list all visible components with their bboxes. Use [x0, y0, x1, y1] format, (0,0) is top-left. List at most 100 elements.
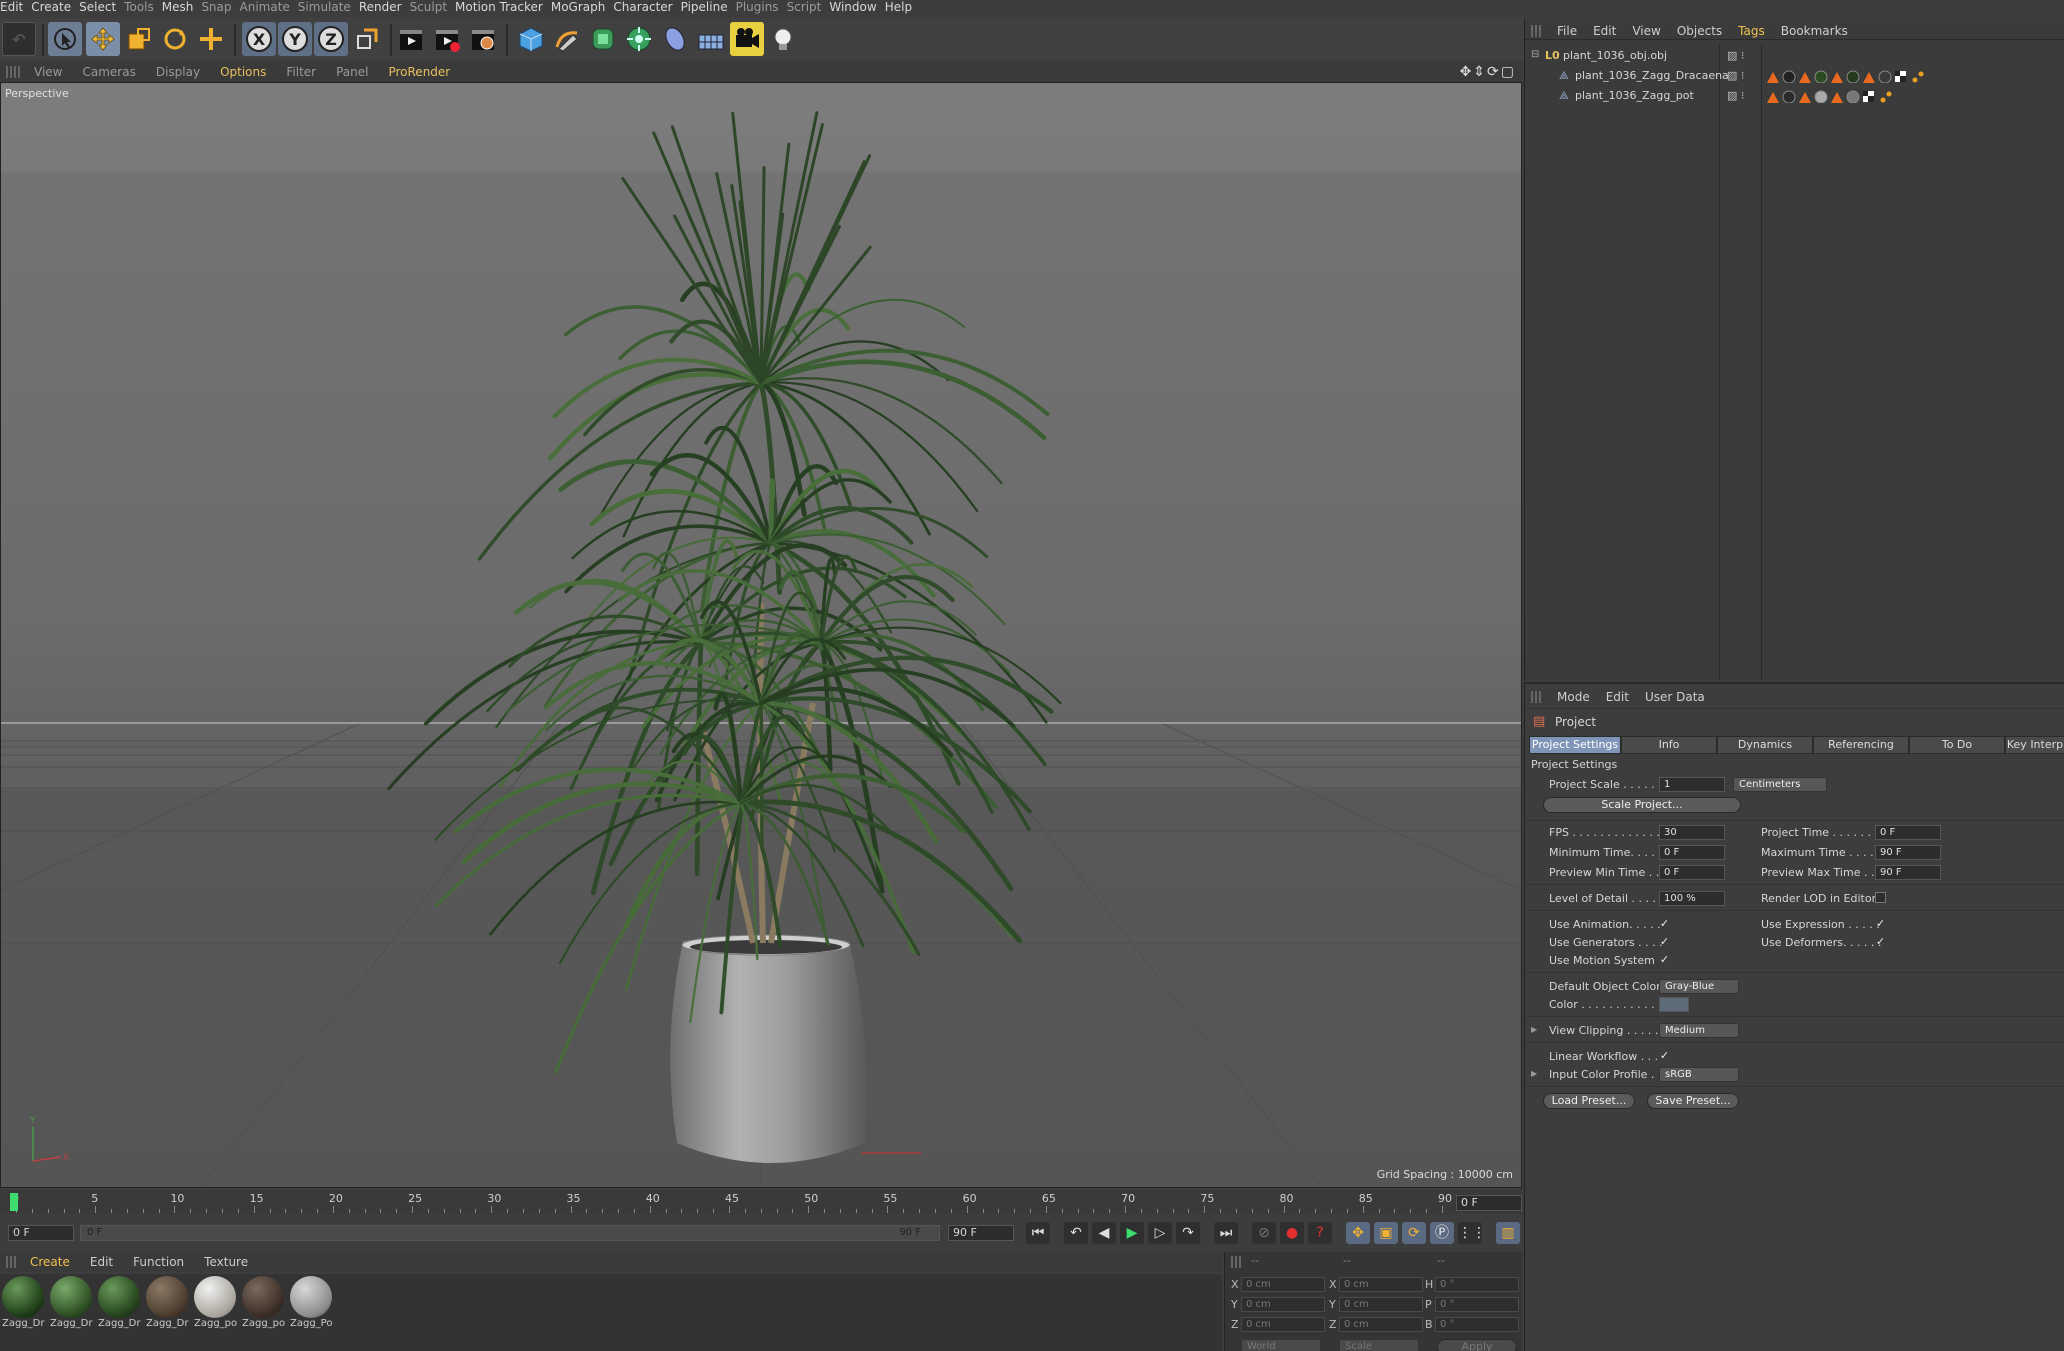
deformer-icon[interactable]	[658, 22, 692, 56]
size-z-field[interactable]: 0 cm	[1339, 1317, 1423, 1332]
grip-icon[interactable]	[1531, 691, 1543, 703]
preview-max-time-field[interactable]: 90 F	[1875, 865, 1941, 880]
viewport-menu-display[interactable]: Display	[146, 65, 210, 79]
frame-range-slider[interactable]: 0 F 90 F	[80, 1225, 940, 1241]
material-menu-texture[interactable]: Texture	[194, 1255, 258, 1269]
z-axis-lock-icon[interactable]: Z	[314, 22, 348, 56]
camera-icon[interactable]	[730, 22, 764, 56]
viewport-navigation-icons[interactable]: ✥⇕⟳▢	[1460, 64, 1516, 80]
material-swatch[interactable]: Zagg_Dr	[146, 1276, 190, 1332]
grip-icon[interactable]	[6, 1256, 18, 1268]
rotation-p-field[interactable]: 0 °	[1435, 1297, 1519, 1312]
color-swatch[interactable]	[1659, 997, 1689, 1012]
move-tool-icon[interactable]	[86, 22, 120, 56]
minimum-time-field[interactable]: 0 F	[1659, 845, 1725, 860]
render-lod-checkbox[interactable]	[1875, 892, 1886, 903]
project-time-field[interactable]: 0 F	[1875, 825, 1941, 840]
timeline-layout-icon[interactable]: ▥	[1496, 1222, 1520, 1244]
size-x-field[interactable]: 0 cm	[1339, 1277, 1423, 1292]
menu-mograph[interactable]: MoGraph	[551, 0, 614, 14]
coord-space-dropdown[interactable]: World	[1241, 1339, 1321, 1351]
max-frame-field[interactable]: 90 F	[948, 1225, 1014, 1241]
coord-size-mode-dropdown[interactable]: Scale	[1339, 1339, 1419, 1351]
position-y-field[interactable]: 0 cm	[1241, 1297, 1325, 1312]
apply-button[interactable]: Apply	[1437, 1339, 1517, 1351]
material-swatch[interactable]: Zagg_Dr	[2, 1276, 46, 1332]
attr-menu-edit[interactable]: Edit	[1598, 690, 1637, 704]
object-row-root[interactable]: ⊟ L0 plant_1036_obj.obj ▨ ⁝	[1525, 46, 2064, 66]
menu-motion-tracker[interactable]: Motion Tracker	[455, 0, 551, 14]
tab-project-settings[interactable]: Project Settings	[1529, 736, 1621, 754]
material-tags-row[interactable]	[1765, 89, 1965, 103]
position-key-icon[interactable]: ✥	[1346, 1222, 1370, 1244]
spline-pen-icon[interactable]	[550, 22, 584, 56]
x-axis-lock-icon[interactable]: X	[242, 22, 276, 56]
menu-plugins[interactable]: Plugins	[736, 0, 787, 14]
tab-to-do[interactable]: To Do	[1909, 736, 2005, 754]
expand-arrow-icon[interactable]: ▶	[1531, 1069, 1537, 1078]
go-to-end-icon[interactable]: ⏭	[1214, 1222, 1238, 1244]
object-row-pot[interactable]: ⟁ plant_1036_Zagg_pot ▨ ⁝	[1525, 86, 2064, 106]
render-to-picture-viewer-icon[interactable]	[430, 22, 464, 56]
previous-frame-icon[interactable]: ◀	[1092, 1222, 1116, 1244]
play-icon[interactable]: ▶	[1120, 1222, 1144, 1244]
undo-icon[interactable]: ↶	[2, 22, 36, 56]
render-settings-icon[interactable]	[466, 22, 500, 56]
menu-window[interactable]: Window	[829, 0, 884, 14]
objects-menu-edit[interactable]: Edit	[1585, 24, 1624, 38]
viewport-menu-options[interactable]: Options	[210, 65, 276, 79]
tab-info[interactable]: Info	[1621, 736, 1717, 754]
viewport-menu-prorender[interactable]: ProRender	[378, 65, 460, 79]
rotation-h-field[interactable]: 0 °	[1435, 1277, 1519, 1292]
scale-tool-icon[interactable]	[122, 22, 156, 56]
viewport-menu-panel[interactable]: Panel	[326, 65, 378, 79]
tab-referencing[interactable]: Referencing	[1813, 736, 1909, 754]
visibility-toggle-icon[interactable]: ▨ ⁝	[1727, 69, 1744, 82]
menu-tools[interactable]: Tools	[124, 0, 162, 14]
object-name[interactable]: plant_1036_Zagg_pot	[1575, 89, 1694, 102]
rotate-tool-icon[interactable]	[158, 22, 192, 56]
objects-menu-tags[interactable]: Tags	[1730, 24, 1773, 38]
material-swatch[interactable]: Zagg_po	[242, 1276, 286, 1332]
cloner-icon[interactable]	[622, 22, 656, 56]
collapse-icon[interactable]: ⊟	[1531, 49, 1539, 60]
cube-primitive-icon[interactable]	[514, 22, 548, 56]
recent-tools-icon[interactable]	[194, 22, 228, 56]
maximum-time-field[interactable]: 90 F	[1875, 845, 1941, 860]
objects-menu-file[interactable]: File	[1549, 24, 1585, 38]
visibility-toggle-icon[interactable]: ▨ ⁝	[1727, 89, 1744, 102]
point-level-key-icon[interactable]: ⋮⋮	[1458, 1222, 1486, 1244]
level-of-detail-field[interactable]: 100 %	[1659, 891, 1725, 906]
tab-dynamics[interactable]: Dynamics	[1717, 736, 1813, 754]
attr-menu-mode[interactable]: Mode	[1549, 690, 1598, 704]
material-swatch[interactable]: Zagg_Dr	[50, 1276, 94, 1332]
input-color-profile-dropdown[interactable]: sRGB	[1659, 1067, 1739, 1082]
menu-edit[interactable]: Edit	[0, 0, 31, 14]
viewport-menu-filter[interactable]: Filter	[276, 65, 326, 79]
keyframe-selection-icon[interactable]: ?	[1308, 1222, 1332, 1244]
scale-project-button[interactable]: Scale Project...	[1543, 797, 1741, 813]
min-frame-field[interactable]: 0 F	[8, 1225, 74, 1241]
go-to-start-icon[interactable]: ⏮	[1026, 1222, 1050, 1244]
grip-icon[interactable]	[6, 66, 20, 78]
viewport-menu-view[interactable]: View	[24, 65, 72, 79]
floor-icon[interactable]	[694, 22, 728, 56]
menu-help[interactable]: Help	[885, 0, 920, 14]
menu-character[interactable]: Character	[613, 0, 680, 14]
use-animation-checkbox[interactable]: ✓	[1659, 918, 1670, 929]
objects-menu-view[interactable]: View	[1624, 24, 1668, 38]
objects-menu-objects[interactable]: Objects	[1669, 24, 1730, 38]
use-deformers-checkbox[interactable]: ✓	[1875, 936, 1886, 947]
next-frame-icon[interactable]: ▷	[1148, 1222, 1172, 1244]
menu-create[interactable]: Create	[31, 0, 79, 14]
position-x-field[interactable]: 0 cm	[1241, 1277, 1325, 1292]
previous-keyframe-icon[interactable]: ↶	[1064, 1222, 1088, 1244]
rotation-key-icon[interactable]: ⟳	[1402, 1222, 1426, 1244]
menu-pipeline[interactable]: Pipeline	[681, 0, 736, 14]
default-object-color-dropdown[interactable]: Gray-Blue	[1659, 979, 1739, 994]
expand-arrow-icon[interactable]: ▶	[1531, 1025, 1537, 1034]
attr-menu-user-data[interactable]: User Data	[1637, 690, 1713, 704]
timeline-ruler[interactable]: 051015202530354045505560657075808590	[0, 1190, 1522, 1214]
tab-key-interpolation[interactable]: Key Interp	[2005, 736, 2064, 754]
use-generators-checkbox[interactable]: ✓	[1659, 936, 1670, 947]
